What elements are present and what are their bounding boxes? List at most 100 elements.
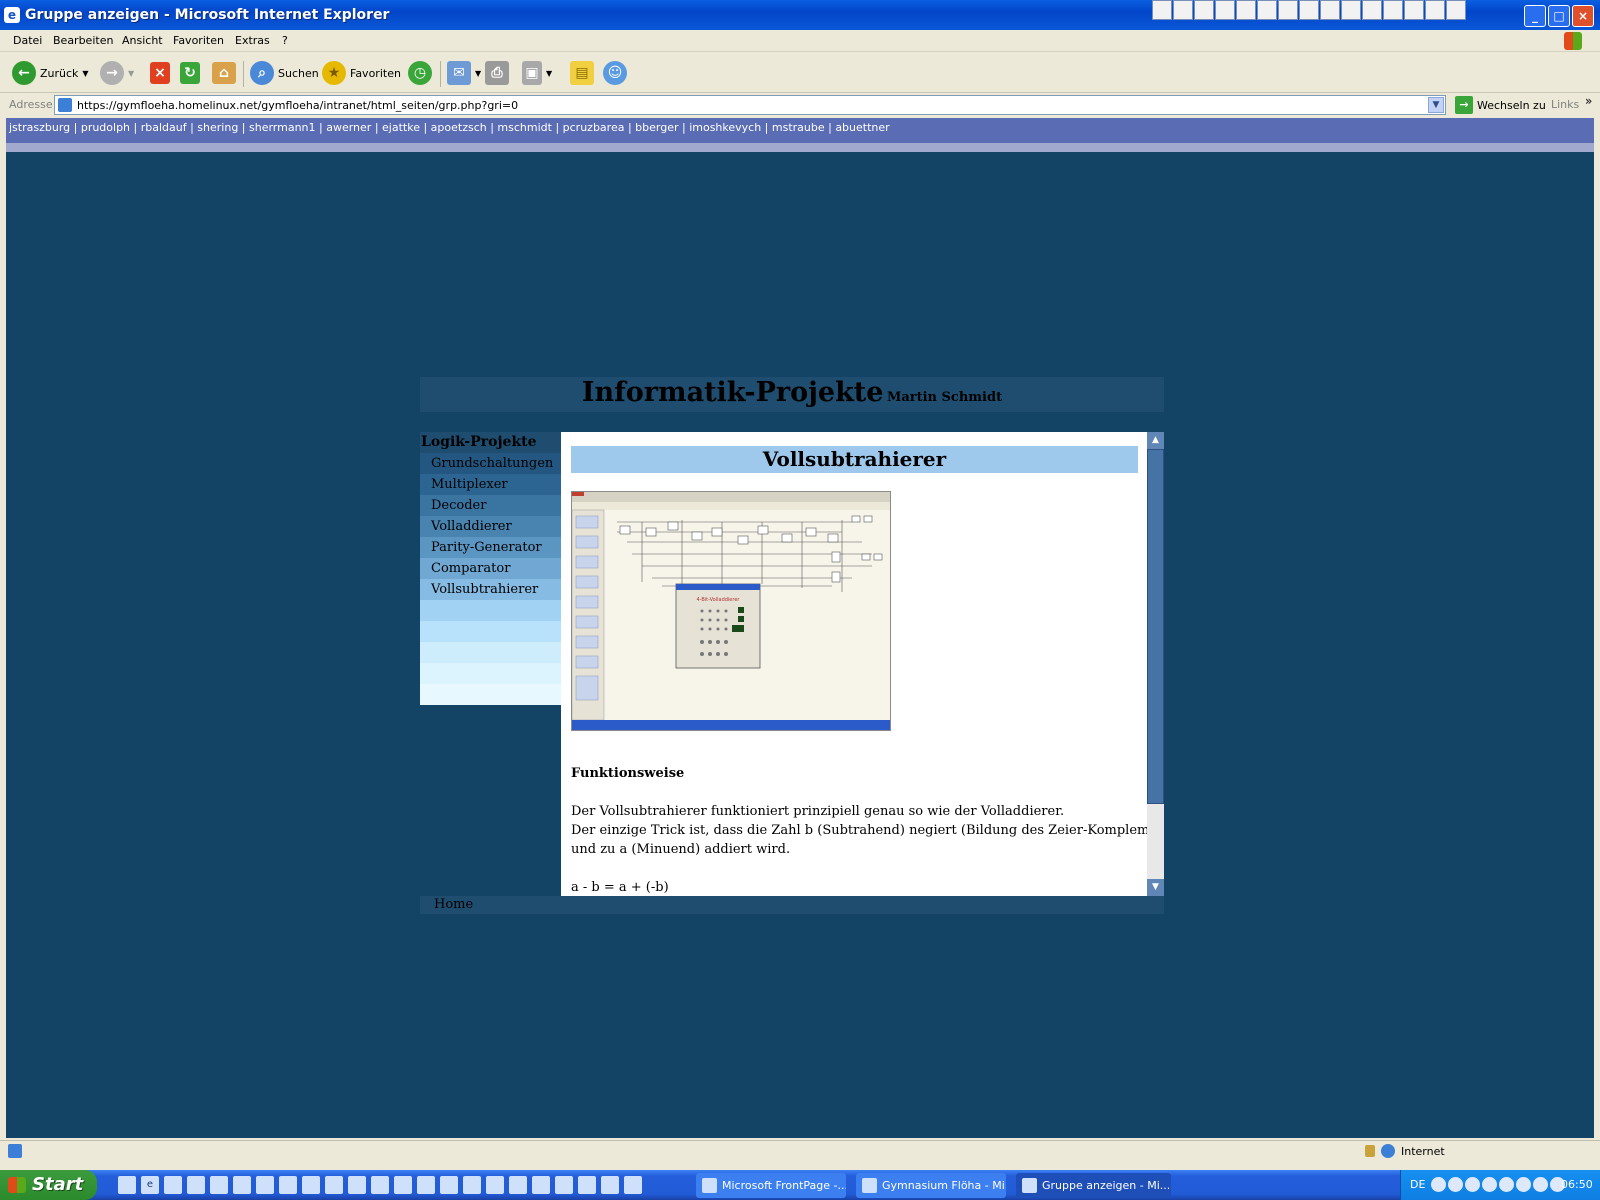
task-gymnasium[interactable]: Gymnasium Flöha - Mi... xyxy=(856,1173,1006,1198)
home-button[interactable]: ⌂ xyxy=(212,59,236,87)
ql-icon-5[interactable] xyxy=(210,1176,228,1194)
task-gruppe-anzeigen[interactable]: Gruppe anzeigen - Mi... xyxy=(1016,1173,1171,1198)
ql-icon-3[interactable] xyxy=(164,1176,182,1194)
ql-icon-16[interactable] xyxy=(463,1176,481,1194)
stop-button[interactable]: × xyxy=(150,59,170,87)
app-icon-7[interactable] xyxy=(1278,0,1298,20)
menu-favoriten[interactable]: Favoriten xyxy=(173,34,224,47)
history-button[interactable]: ◷ xyxy=(408,59,432,87)
app-icon-8[interactable] xyxy=(1299,0,1319,20)
tray-icon-3[interactable] xyxy=(1465,1177,1480,1192)
menu-extras[interactable]: Extras xyxy=(235,34,270,47)
minimize-button[interactable]: _ xyxy=(1524,5,1546,27)
sidebar-spacer xyxy=(420,600,561,621)
app-icon-14[interactable] xyxy=(1425,0,1445,20)
sidebar-item-vollsubtrahierer[interactable]: Vollsubtrahierer xyxy=(420,579,561,600)
ql-icon-15[interactable] xyxy=(440,1176,458,1194)
maximize-button[interactable]: □ xyxy=(1548,5,1570,27)
ql-icon-8[interactable] xyxy=(279,1176,297,1194)
menu-datei[interactable]: Datei xyxy=(13,34,42,47)
scroll-up-arrow-icon[interactable]: ▲ xyxy=(1147,432,1164,449)
ql-icon-1[interactable] xyxy=(118,1176,136,1194)
search-button[interactable]: ⌕ Suchen xyxy=(250,59,319,87)
ql-icon-7[interactable] xyxy=(256,1176,274,1194)
tray-icon-5[interactable] xyxy=(1499,1177,1514,1192)
forward-dropdown-icon[interactable]: ▼ xyxy=(128,69,134,78)
forward-button[interactable]: → ▼ xyxy=(100,59,134,87)
edit-dropdown-icon[interactable]: ▼ xyxy=(546,69,552,78)
back-dropdown-icon[interactable]: ▼ xyxy=(82,69,88,78)
content-scrollbar[interactable]: ▲ ▼ xyxy=(1147,432,1164,896)
app-icon-1[interactable] xyxy=(1152,0,1172,20)
home-link[interactable]: Home xyxy=(420,896,1164,914)
edit-button[interactable]: ▣ ▼ xyxy=(522,59,552,87)
sidebar-item-grundschaltungen[interactable]: Grundschaltungen xyxy=(420,453,561,474)
word-icon[interactable] xyxy=(1341,0,1361,20)
chevron-right-icon[interactable]: » xyxy=(1585,94,1592,108)
app-icon-5[interactable] xyxy=(1236,0,1256,20)
ql-icon-6[interactable] xyxy=(233,1176,251,1194)
menu-help[interactable]: ? xyxy=(282,34,288,47)
section-heading: Funktionsweise xyxy=(571,766,685,781)
ql-icon-19[interactable] xyxy=(532,1176,550,1194)
menu-ansicht[interactable]: Ansicht xyxy=(122,34,163,47)
back-button[interactable]: ← Zurück ▼ xyxy=(12,59,89,87)
app-icon-6[interactable] xyxy=(1257,0,1277,20)
ql-icon-21[interactable] xyxy=(578,1176,596,1194)
mail-button[interactable]: ✉ ▼ xyxy=(447,59,481,87)
ql-icon-4[interactable] xyxy=(187,1176,205,1194)
scrollbar-thumb[interactable] xyxy=(1147,449,1164,804)
ql-icon-10[interactable] xyxy=(325,1176,343,1194)
go-label: Wechseln zu xyxy=(1477,98,1546,112)
ql-icon-14[interactable] xyxy=(417,1176,435,1194)
app-icon-3[interactable] xyxy=(1194,0,1214,20)
ql-icon-11[interactable] xyxy=(348,1176,366,1194)
mail-icon[interactable] xyxy=(1215,0,1235,20)
favorites-button[interactable]: ★ Favoriten xyxy=(322,59,401,87)
ql-icon-23[interactable] xyxy=(624,1176,642,1194)
print-button[interactable]: ⎙ xyxy=(485,59,509,87)
language-indicator[interactable]: DE xyxy=(1410,1178,1425,1191)
notes-button[interactable]: ▤ xyxy=(570,59,594,87)
sidebar-item-comparator[interactable]: Comparator xyxy=(420,558,561,579)
ql-icon-13[interactable] xyxy=(394,1176,412,1194)
sidebar-item-decoder[interactable]: Decoder xyxy=(420,495,561,516)
scroll-down-arrow-icon[interactable]: ▼ xyxy=(1147,879,1164,896)
tray-icon-4[interactable] xyxy=(1482,1177,1497,1192)
refresh-button[interactable]: ↻ xyxy=(180,59,200,87)
ql-icon-17[interactable] xyxy=(486,1176,504,1194)
ql-icon-20[interactable] xyxy=(555,1176,573,1194)
address-dropdown-icon[interactable]: ▼ xyxy=(1428,97,1444,113)
tray-icon-2[interactable] xyxy=(1448,1177,1463,1192)
tray-icon-1[interactable] xyxy=(1431,1177,1446,1192)
address-url[interactable]: https://gymfloeha.homelinux.net/gymfloeh… xyxy=(77,99,518,112)
sidebar-item-volladdierer[interactable]: Volladdierer xyxy=(420,516,561,537)
ql-icon-22[interactable] xyxy=(601,1176,619,1194)
powerpoint-icon[interactable] xyxy=(1383,0,1403,20)
sidebar-item-multiplexer[interactable]: Multiplexer xyxy=(420,474,561,495)
sidebar-heading: Logik-Projekte xyxy=(420,432,561,453)
sidebar-item-parity-generator[interactable]: Parity-Generator xyxy=(420,537,561,558)
mail-dropdown-icon[interactable]: ▼ xyxy=(475,69,481,78)
app-icon-2[interactable] xyxy=(1173,0,1193,20)
close-button[interactable]: × xyxy=(1572,5,1594,27)
excel-icon[interactable] xyxy=(1362,0,1382,20)
ql-icon-12[interactable] xyxy=(371,1176,389,1194)
task-frontpage[interactable]: Microsoft FrontPage -... xyxy=(696,1173,846,1198)
ql-icon-9[interactable] xyxy=(302,1176,320,1194)
tray-icon-6[interactable] xyxy=(1516,1177,1531,1192)
app-icon-13[interactable] xyxy=(1404,0,1424,20)
messenger-button[interactable]: ☺ xyxy=(603,59,627,87)
user-list-bar[interactable]: jstraszburg | prudolph | rbaldauf | sher… xyxy=(6,118,1594,143)
browser-viewport: jstraszburg | prudolph | rbaldauf | sher… xyxy=(6,118,1594,1138)
app-icon-9[interactable] xyxy=(1320,0,1340,20)
ie-quicklaunch-icon[interactable]: e xyxy=(141,1176,159,1194)
address-input[interactable]: https://gymfloeha.homelinux.net/gymfloeh… xyxy=(54,95,1446,115)
ql-icon-18[interactable] xyxy=(509,1176,527,1194)
tray-icon-7[interactable] xyxy=(1533,1177,1548,1192)
app-icon-15[interactable] xyxy=(1446,0,1466,20)
go-button[interactable]: → Wechseln zu xyxy=(1455,96,1546,114)
links-toolbar[interactable]: Links xyxy=(1551,98,1579,111)
start-button[interactable]: Start xyxy=(0,1170,97,1200)
menu-bearbeiten[interactable]: Bearbeiten xyxy=(53,34,113,47)
